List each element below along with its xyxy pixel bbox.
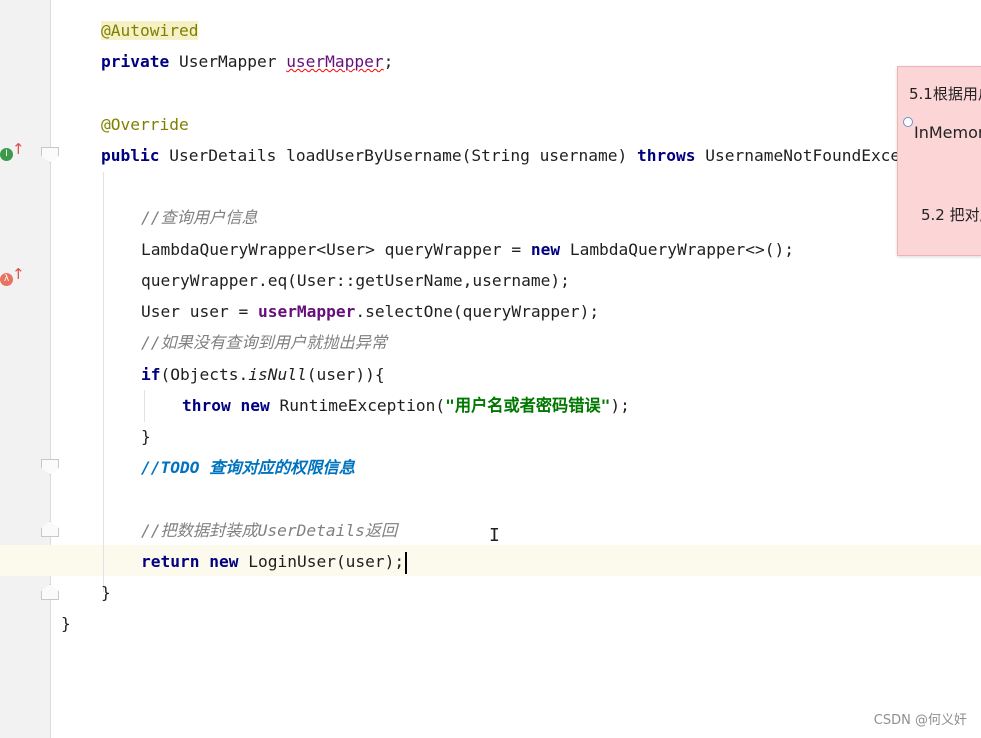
code-line[interactable]: //查询用户信息 — [0, 202, 981, 233]
comment: //查询用户信息 — [141, 208, 258, 227]
todo-comment: //TODO 查询对应的权限信息 — [141, 458, 355, 477]
bullet-icon — [903, 117, 913, 127]
code-line[interactable]: //如果没有查询到用户就抛出异常 — [0, 327, 981, 358]
code-text: UserMapper — [169, 52, 287, 71]
keyword: new — [209, 552, 239, 571]
code-text: } — [141, 427, 151, 446]
code-line[interactable]: LambdaQueryWrapper<User> queryWrapper = … — [0, 234, 981, 265]
field-usermapper: userMapper — [286, 52, 384, 71]
code-line[interactable]: //TODO 查询对应的权限信息 — [0, 452, 981, 483]
code-line[interactable]: throw new RuntimeException("用户名或者密码错误"); — [0, 390, 981, 421]
code-text: (user)){ — [306, 365, 385, 384]
code-text: queryWrapper.eq(User::getUserName,userna… — [141, 271, 570, 290]
code-line[interactable]: } — [0, 421, 981, 452]
code-line[interactable]: queryWrapper.eq(User::getUserName,userna… — [0, 265, 981, 296]
code-text: .selectOne(queryWrapper); — [355, 302, 600, 321]
floating-notes-panel[interactable]: 5.1根据用户名查询用户 InMemoryUserDetailsManager … — [897, 66, 981, 256]
comment: //如果没有查询到用户就抛出异常 — [141, 333, 388, 352]
keyword: if — [141, 365, 161, 384]
static-method: isNull — [248, 365, 307, 384]
code-line[interactable]: if(Objects.isNull(user)){ — [0, 359, 981, 390]
code-text: ); — [610, 396, 630, 415]
annotation-override: @Override — [101, 115, 189, 134]
code-line[interactable]: } — [0, 608, 981, 639]
code-text: ; — [383, 52, 394, 71]
code-text: } — [101, 583, 111, 602]
code-text: User user = — [141, 302, 258, 321]
keyword: new — [530, 240, 561, 259]
keyword: throw — [182, 396, 231, 415]
code-text: LambdaQueryWrapper<User> queryWrapper = — [141, 240, 531, 259]
code-line[interactable]: @Autowired — [0, 15, 981, 46]
code-text: } — [61, 614, 71, 633]
keyword: return — [141, 552, 200, 571]
code-line[interactable]: public UserDetails loadUserByUsername(St… — [0, 140, 981, 171]
code-text: LoginUser(user); — [238, 552, 405, 571]
code-line[interactable]: User user = userMapper.selectOne(queryWr… — [0, 296, 981, 327]
watermark: CSDN @何义奸 — [873, 713, 967, 728]
note-item[interactable]: 5.2 把对应的用户信息 — [921, 204, 981, 225]
keyword: throws — [637, 146, 696, 165]
code-line[interactable]: private UserMapper userMapper; — [0, 46, 981, 77]
code-text: RuntimeException( — [269, 396, 446, 415]
keyword: public — [101, 146, 160, 165]
string-literal: "用户名或者密码错误" — [445, 396, 611, 415]
comment: //把数据封装成UserDetails返回 — [141, 521, 398, 540]
keyword: new — [240, 396, 270, 415]
keyword: private — [101, 52, 170, 71]
text-caret — [405, 551, 408, 574]
code-line[interactable]: } — [0, 577, 981, 608]
code-text: LambdaQueryWrapper<>(); — [560, 240, 794, 259]
code-line-current[interactable]: return new LoginUser(user); — [0, 546, 981, 577]
code-line[interactable]: @Override — [0, 109, 981, 140]
annotation-autowired: @Autowired — [101, 21, 199, 40]
field-usermapper: userMapper — [257, 302, 356, 321]
code-editor[interactable]: I ↑ λ ↑ @Autowired private UserMapper us… — [0, 0, 981, 738]
text-cursor-icon: I — [489, 525, 500, 546]
note-item[interactable]: 5.1根据用户名查询用户 — [909, 83, 981, 104]
code-text: (Objects. — [160, 365, 249, 384]
note-item[interactable]: InMemoryUserDetailsManager — [914, 123, 981, 142]
code-text: UserDetails loadUserByUsername(String us… — [159, 146, 638, 165]
